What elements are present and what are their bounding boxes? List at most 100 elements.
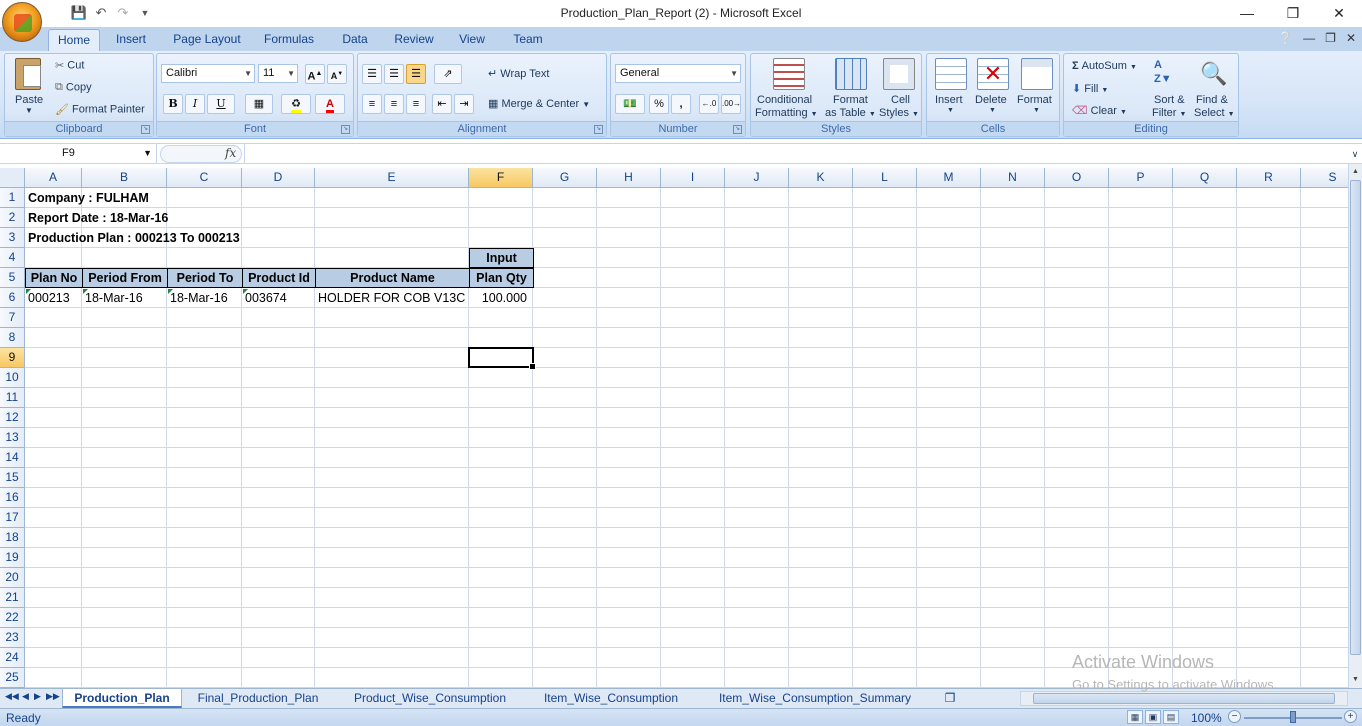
borders-button[interactable]: ▦	[245, 94, 273, 114]
column-header-j[interactable]: J	[725, 168, 789, 188]
italic-button[interactable]: I	[185, 94, 205, 114]
column-header-c[interactable]: C	[167, 168, 242, 188]
column-header-a[interactable]: A	[25, 168, 82, 188]
decrease-decimal-button[interactable]: .00→	[721, 94, 741, 114]
horizontal-scroll-thumb[interactable]	[1033, 693, 1335, 704]
align-bottom-button[interactable]: ☰	[406, 64, 426, 84]
plan-qty-value-cell[interactable]: 100.000	[469, 288, 531, 308]
scroll-down-icon[interactable]: ▼	[1350, 674, 1361, 686]
last-sheet-icon[interactable]: ▶▶	[46, 691, 60, 702]
row-header-5[interactable]: 5	[0, 268, 25, 288]
percent-style-button[interactable]: %	[649, 94, 669, 114]
align-center-button[interactable]: ≡	[384, 94, 404, 114]
zoom-slider-knob[interactable]	[1290, 711, 1296, 723]
column-header-k[interactable]: K	[789, 168, 853, 188]
header-period-from-cell[interactable]: Period From	[82, 268, 168, 288]
name-box[interactable]: F9 ▼	[0, 144, 157, 164]
accounting-format-button[interactable]: 💵	[615, 94, 645, 114]
ribbon-minimize-icon[interactable]: —	[1303, 31, 1315, 45]
find-select-button[interactable]: 🔍 Find & Select ▼	[1192, 56, 1236, 120]
header-plan-no-cell[interactable]: Plan No	[25, 268, 83, 288]
office-button[interactable]	[2, 2, 42, 42]
tab-home[interactable]: Home	[48, 29, 100, 51]
formula-input[interactable]	[244, 144, 1348, 164]
next-sheet-icon[interactable]: ▶	[34, 691, 41, 702]
insert-cells-button[interactable]: Insert ▼	[931, 56, 973, 120]
sort-filter-button[interactable]: A Z▼ Sort & Filter ▼	[1150, 56, 1190, 120]
row-header-6[interactable]: 6	[0, 288, 25, 308]
zoom-level[interactable]: 100%	[1191, 711, 1222, 725]
number-launcher-icon[interactable]: ↘	[733, 125, 742, 134]
row-header-19[interactable]: 19	[0, 548, 25, 568]
row-header-2[interactable]: 2	[0, 208, 25, 228]
merge-center-button[interactable]: ▦ Merge & Center ▼	[488, 97, 590, 110]
clipboard-launcher-icon[interactable]: ↘	[141, 125, 150, 134]
plan-no-value-cell[interactable]: 000213	[25, 288, 70, 308]
report-date-cell[interactable]: Report Date : 18-Mar-16	[25, 208, 168, 228]
paste-button[interactable]: Paste ▼	[9, 56, 49, 118]
increase-decimal-button[interactable]: ←.0	[699, 94, 719, 114]
page-layout-view-icon[interactable]: ▣	[1145, 710, 1161, 724]
sheet-tab-item-wise-consumption[interactable]: Item_Wise_Consumption	[530, 689, 692, 708]
tab-team[interactable]: Team	[506, 29, 550, 51]
column-header-o[interactable]: O	[1045, 168, 1109, 188]
row-header-1[interactable]: 1	[0, 188, 25, 208]
tab-review[interactable]: Review	[388, 29, 440, 51]
cut-button[interactable]: ✂ Cut	[55, 59, 84, 72]
row-header-25[interactable]: 25	[0, 668, 25, 688]
vertical-scroll-thumb[interactable]	[1350, 180, 1361, 655]
insert-function-icon[interactable]: fx	[225, 146, 236, 160]
row-header-12[interactable]: 12	[0, 408, 25, 428]
number-format-select[interactable]: General ▼	[615, 64, 741, 83]
row-header-8[interactable]: 8	[0, 328, 25, 348]
tab-data[interactable]: Data	[334, 29, 376, 51]
decrease-indent-button[interactable]: ⇤	[432, 94, 452, 114]
column-header-r[interactable]: R	[1237, 168, 1301, 188]
autosum-button[interactable]: Σ AutoSum ▼	[1072, 60, 1137, 72]
increase-indent-button[interactable]: ⇥	[454, 94, 474, 114]
wrap-text-button[interactable]: ↵ Wrap Text	[488, 67, 549, 80]
column-header-n[interactable]: N	[981, 168, 1045, 188]
row-header-11[interactable]: 11	[0, 388, 25, 408]
clear-button[interactable]: ⌫ Clear ▼	[1072, 104, 1127, 117]
column-header-l[interactable]: L	[853, 168, 917, 188]
tab-page-layout[interactable]: Page Layout	[166, 29, 248, 51]
column-header-p[interactable]: P	[1109, 168, 1173, 188]
row-header-13[interactable]: 13	[0, 428, 25, 448]
product-name-value-cell[interactable]: HOLDER FOR COB V13C	[315, 288, 465, 308]
first-sheet-icon[interactable]: ◀◀	[5, 691, 19, 702]
copy-button[interactable]: ⧉ Copy	[55, 81, 92, 94]
zoom-slider[interactable]: − +	[1228, 710, 1358, 725]
row-header-10[interactable]: 10	[0, 368, 25, 388]
header-plan-qty-cell[interactable]: Plan Qty	[469, 268, 534, 288]
row-header-9[interactable]: 9	[0, 348, 25, 368]
fill-color-button[interactable]: ♻	[281, 94, 311, 114]
format-as-table-button[interactable]: Format as Table ▼	[825, 56, 876, 120]
period-from-value-cell[interactable]: 18-Mar-16	[82, 288, 143, 308]
column-header-e[interactable]: E	[315, 168, 469, 188]
row-header-14[interactable]: 14	[0, 448, 25, 468]
header-period-to-cell[interactable]: Period To	[167, 268, 243, 288]
cell-styles-button[interactable]: Cell Styles ▼	[877, 56, 919, 120]
conditional-formatting-button[interactable]: Conditional Formatting ▼	[753, 56, 827, 120]
align-right-button[interactable]: ≡	[406, 94, 426, 114]
zoom-out-icon[interactable]: −	[1228, 710, 1241, 723]
header-product-name-cell[interactable]: Product Name	[315, 268, 470, 288]
column-header-h[interactable]: H	[597, 168, 661, 188]
shrink-font-button[interactable]: A▼	[327, 64, 347, 84]
column-header-f[interactable]: F	[469, 168, 533, 188]
row-header-20[interactable]: 20	[0, 568, 25, 588]
font-launcher-icon[interactable]: ↘	[341, 125, 350, 134]
row-header-3[interactable]: 3	[0, 228, 25, 248]
vertical-scrollbar[interactable]: ▲ ▼	[1348, 164, 1362, 688]
align-middle-button[interactable]: ☰	[384, 64, 404, 84]
product-id-value-cell[interactable]: 003674	[242, 288, 287, 308]
normal-view-icon[interactable]: ▦	[1127, 710, 1143, 724]
sheet-tab-production-plan[interactable]: Production_Plan	[62, 689, 182, 708]
alignment-launcher-icon[interactable]: ↘	[594, 125, 603, 134]
row-header-23[interactable]: 23	[0, 628, 25, 648]
tab-view[interactable]: View	[452, 29, 492, 51]
font-name-select[interactable]: Calibri ▼	[161, 64, 255, 83]
sheet-tab-final-production-plan[interactable]: Final_Production_Plan	[186, 689, 330, 708]
header-product-id-cell[interactable]: Product Id	[242, 268, 316, 288]
